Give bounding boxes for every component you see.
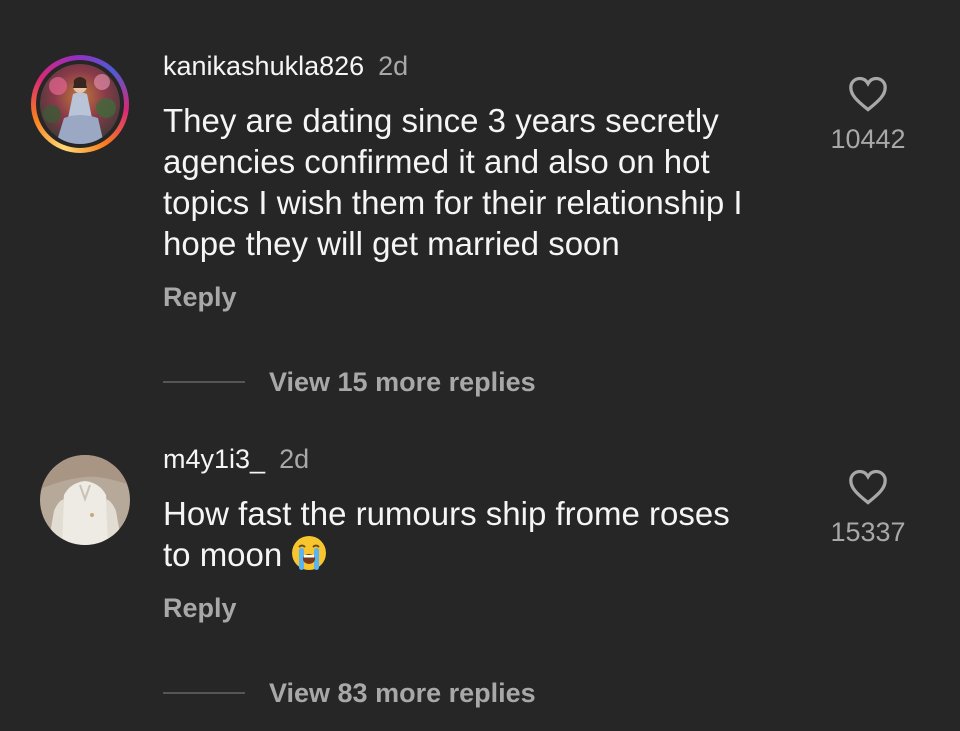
reply-button[interactable]: Reply xyxy=(163,281,237,313)
comment-meta: m4y1i3_ 2d xyxy=(163,443,309,475)
view-more-replies-label[interactable]: View 15 more replies xyxy=(269,366,536,398)
divider-line xyxy=(163,381,245,383)
comment-text: They are dating since 3 years secretly a… xyxy=(163,100,803,264)
comment-item: kanikashukla826 2d They are dating since … xyxy=(0,0,960,420)
username[interactable]: kanikashukla826 xyxy=(163,51,364,81)
view-more-replies[interactable]: View 83 more replies xyxy=(163,677,536,709)
like-count: 15337 xyxy=(830,517,906,547)
comment-text-line: topics I wish them for their relationshi… xyxy=(163,184,743,221)
comment-item: m4y1i3_ 2d How fast the rumours ship from… xyxy=(0,420,960,731)
like-count: 10442 xyxy=(830,124,906,154)
avatar[interactable] xyxy=(40,64,120,144)
comment-text-line: They are dating since 3 years secretly xyxy=(163,102,719,139)
loudly-crying-face-icon xyxy=(292,536,327,570)
view-more-replies-label[interactable]: View 83 more replies xyxy=(269,677,536,709)
reply-button[interactable]: Reply xyxy=(163,592,237,624)
like-group: 10442 xyxy=(818,76,918,154)
timestamp: 2d xyxy=(279,444,310,474)
avatar-photo xyxy=(40,455,130,545)
avatar[interactable] xyxy=(40,455,130,545)
story-ring[interactable] xyxy=(31,55,129,153)
comment-text-line-with-emoji: to moon xyxy=(163,534,803,575)
comment-text: How fast the rumours ship frome roses to… xyxy=(163,493,803,575)
comment-text-line: hope they will get married soon xyxy=(163,225,620,262)
comment-text-line: agencies confirmed it and also on hot xyxy=(163,143,710,180)
heart-icon[interactable] xyxy=(848,469,888,505)
comment-meta: kanikashukla826 2d xyxy=(163,50,408,82)
view-more-replies[interactable]: View 15 more replies xyxy=(163,366,536,398)
avatar-photo xyxy=(40,64,120,144)
timestamp: 2d xyxy=(378,51,409,81)
username[interactable]: m4y1i3_ xyxy=(163,444,265,474)
comment-text-line: How fast the rumours ship frome roses xyxy=(163,495,730,532)
like-group: 15337 xyxy=(818,469,918,547)
divider-line xyxy=(163,692,245,694)
heart-icon[interactable] xyxy=(848,76,888,112)
comment-text-line: to moon xyxy=(163,536,283,573)
